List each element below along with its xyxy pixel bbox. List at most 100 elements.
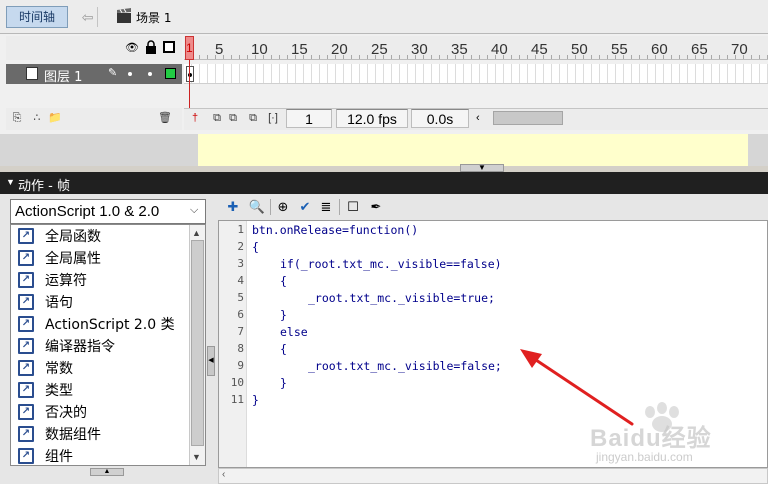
collapse-triangle-icon[interactable]: ▼ bbox=[6, 177, 15, 187]
stage-canvas[interactable] bbox=[198, 134, 748, 166]
toolbox-item-label: 全局函数 bbox=[45, 229, 101, 245]
book-icon: ↗ bbox=[18, 382, 34, 398]
playhead-frame-number: 1 bbox=[186, 41, 193, 55]
target-path-icon[interactable]: ⊕ bbox=[274, 198, 292, 216]
ruler-number: 35 bbox=[451, 41, 468, 58]
delete-layer-icon[interactable]: 🗑 bbox=[158, 111, 172, 125]
code-line[interactable]: { bbox=[280, 274, 287, 288]
book-icon: ↗ bbox=[18, 228, 34, 244]
toolbox-item[interactable] bbox=[14, 247, 188, 269]
toolbox-item-label: ActionScript 2.0 类 bbox=[45, 317, 175, 333]
eye-icon[interactable]: 👁 bbox=[124, 40, 140, 56]
ruler-number: 15 bbox=[291, 41, 308, 58]
watermark-url: jingyan.baidu.com bbox=[596, 450, 693, 464]
ruler-number: 5 bbox=[215, 41, 224, 58]
visibility-dot[interactable] bbox=[128, 72, 132, 76]
center-frame-icon[interactable]: † bbox=[188, 111, 202, 125]
layer-outline-color[interactable] bbox=[165, 68, 176, 79]
frame-rate-field[interactable]: 12.0 fps bbox=[336, 109, 408, 128]
editor-horizontal-scrollbar[interactable] bbox=[218, 468, 768, 484]
toolbox-item[interactable] bbox=[14, 291, 188, 313]
current-frame-field[interactable]: 1 bbox=[286, 109, 332, 128]
code-line[interactable]: else bbox=[280, 325, 308, 339]
toolbox-item-label: 数据组件 bbox=[45, 427, 101, 443]
book-icon: ↗ bbox=[18, 294, 34, 310]
toolbox-item[interactable] bbox=[14, 225, 188, 247]
toolbox-item-label: 常数 bbox=[45, 361, 73, 377]
toolbox-item-label: 语句 bbox=[45, 295, 73, 311]
ruler-number: 10 bbox=[251, 41, 268, 58]
left-arrow-icon[interactable]: ⇦ bbox=[78, 7, 98, 27]
toolbox-item-label: 编译器指令 bbox=[45, 339, 115, 355]
toolbox-resize-handle[interactable]: ▲ bbox=[90, 468, 124, 476]
scroll-down-icon[interactable]: ▼ bbox=[192, 452, 201, 462]
code-hint-icon[interactable]: ☐ bbox=[344, 198, 362, 216]
book-icon: ↗ bbox=[18, 316, 34, 332]
toolbar-separator bbox=[339, 199, 340, 215]
timeline-button[interactable]: 时间轴 bbox=[6, 6, 68, 28]
book-icon: ↗ bbox=[18, 272, 34, 288]
toolbox-item[interactable] bbox=[14, 269, 188, 291]
chevron-down-icon[interactable]: ⌵ bbox=[190, 204, 198, 217]
lock-dot[interactable] bbox=[148, 72, 152, 76]
ruler-number: 60 bbox=[651, 41, 668, 58]
code-line[interactable]: { bbox=[280, 342, 287, 356]
code-line[interactable]: _root.txt_mc._visible=true; bbox=[308, 291, 495, 305]
frame-row[interactable] bbox=[184, 64, 768, 84]
line-number: 11 bbox=[230, 393, 244, 406]
frame-ruler[interactable] bbox=[184, 36, 768, 60]
book-icon: ↗ bbox=[18, 250, 34, 266]
scene-label[interactable]: 场景 1 bbox=[136, 9, 171, 26]
line-number: 9 bbox=[237, 359, 244, 372]
insert-layer-icon[interactable]: ⎘ bbox=[10, 111, 24, 125]
code-line[interactable]: { bbox=[252, 240, 259, 254]
edit-multiple-frames-icon[interactable]: ⧉ bbox=[246, 111, 260, 125]
add-guide-layer-icon[interactable]: ∴ bbox=[30, 111, 44, 125]
toolbox-item[interactable] bbox=[14, 445, 188, 467]
panel-splitter-handle[interactable]: ◀ bbox=[207, 346, 215, 376]
code-line[interactable]: btn.onRelease=function() bbox=[252, 223, 418, 237]
modify-onion-markers-icon[interactable]: [·] bbox=[266, 111, 280, 125]
code-line[interactable]: if(_root.txt_mc._visible==false) bbox=[280, 257, 502, 271]
toolbox-item[interactable] bbox=[14, 423, 188, 445]
code-line[interactable]: _root.txt_mc._visible=false; bbox=[308, 359, 502, 373]
toolbar-separator bbox=[270, 199, 271, 215]
toolbox-item[interactable] bbox=[14, 357, 188, 379]
scroll-left-icon[interactable]: ‹ bbox=[222, 469, 225, 480]
watermark-brand: Baidu经验 bbox=[590, 425, 712, 452]
toolbox-item[interactable] bbox=[14, 379, 188, 401]
line-number: 10 bbox=[230, 376, 244, 389]
ruler-number: 40 bbox=[491, 41, 508, 58]
code-line[interactable]: } bbox=[252, 393, 259, 407]
outline-icon[interactable] bbox=[163, 41, 175, 53]
onion-skin-outlines-icon[interactable]: ⧉ bbox=[226, 111, 240, 125]
toolbox-item-label: 运算符 bbox=[45, 273, 87, 289]
onion-skin-icon[interactable]: ⧉ bbox=[210, 111, 224, 125]
script-version-label: ActionScript 1.0 & 2.0 bbox=[15, 203, 160, 220]
panel-collapse-handle[interactable]: ▼ bbox=[460, 164, 504, 172]
pencil-icon: ✎ bbox=[108, 67, 118, 79]
check-syntax-icon[interactable]: ✔ bbox=[296, 198, 314, 216]
code-line[interactable]: } bbox=[280, 376, 287, 390]
toolbox-item[interactable] bbox=[14, 401, 188, 423]
line-number: 7 bbox=[237, 325, 244, 338]
line-number: 1 bbox=[237, 223, 244, 236]
ruler-number: 70 bbox=[731, 41, 748, 58]
code-line[interactable]: } bbox=[280, 308, 287, 322]
lock-icon[interactable] bbox=[145, 40, 157, 54]
toolbox-scroll-thumb[interactable] bbox=[191, 240, 204, 446]
scroll-left-icon[interactable]: ‹ bbox=[476, 110, 488, 126]
auto-format-icon[interactable]: ≣ bbox=[317, 198, 335, 216]
insert-folder-icon[interactable]: 📁 bbox=[48, 111, 62, 125]
debug-options-icon[interactable]: ✒ bbox=[367, 198, 385, 216]
actions-panel-header[interactable] bbox=[0, 172, 768, 194]
book-icon: ↗ bbox=[18, 360, 34, 376]
layer-icon bbox=[26, 67, 38, 80]
timeline-scroll-thumb[interactable] bbox=[493, 111, 563, 125]
find-icon[interactable]: 🔍 bbox=[248, 198, 266, 216]
layer-name[interactable]: 图层 1 bbox=[44, 66, 82, 85]
ruler-number: 45 bbox=[531, 41, 548, 58]
scroll-up-icon[interactable]: ▲ bbox=[192, 228, 201, 238]
line-number: 4 bbox=[237, 274, 244, 287]
add-statement-icon[interactable]: ✚ bbox=[224, 198, 242, 216]
